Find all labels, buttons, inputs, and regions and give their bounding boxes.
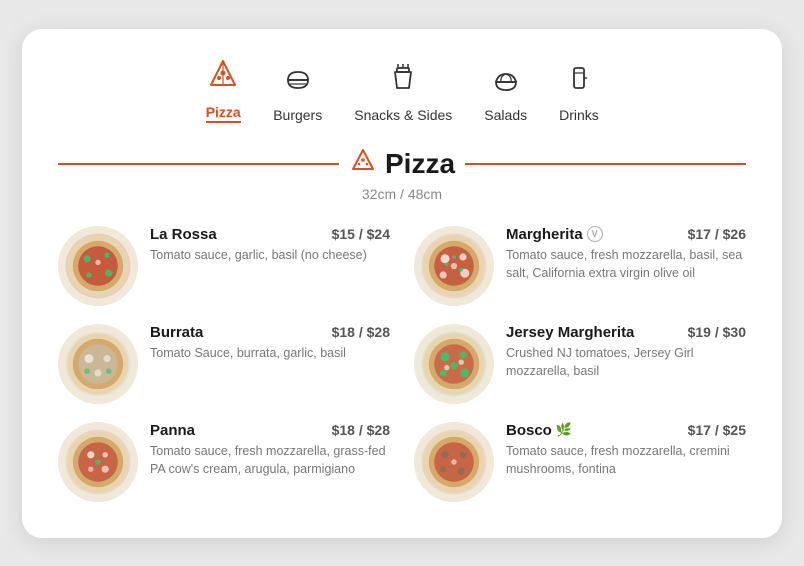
section-title: Pizza xyxy=(349,147,455,182)
la-rossa-name: La Rossa xyxy=(150,226,217,243)
la-rossa-image xyxy=(58,226,138,306)
bosco-desc: Tomato sauce, fresh mozzarella, cremini … xyxy=(506,442,746,478)
menu-item-jersey-margherita: Jersey Margherita $19 / $30 Crushed NJ t… xyxy=(414,324,746,404)
margherita-top: Margherita V $17 / $26 xyxy=(506,226,746,243)
nav-item-salads[interactable]: Salads xyxy=(484,60,527,123)
menu-col-right: Margherita V $17 / $26 Tomato sauce, fre… xyxy=(414,226,746,502)
jersey-margherita-name: Jersey Margherita xyxy=(506,324,634,341)
margherita-desc: Tomato sauce, fresh mozzarella, basil, s… xyxy=(506,246,746,282)
nav-item-drinks[interactable]: Drinks xyxy=(559,60,599,123)
la-rossa-info: La Rossa $15 / $24 Tomato sauce, garlic,… xyxy=(150,226,390,264)
nav-label-pizza: Pizza xyxy=(206,104,241,123)
menu-col-left: La Rossa $15 / $24 Tomato sauce, garlic,… xyxy=(58,226,390,502)
vegetarian-badge: V xyxy=(587,226,603,242)
nav-item-snacks[interactable]: Snacks & Sides xyxy=(354,60,452,123)
la-rossa-top: La Rossa $15 / $24 xyxy=(150,226,390,243)
drinks-icon xyxy=(561,60,597,101)
menu-item-la-rossa: La Rossa $15 / $24 Tomato sauce, garlic,… xyxy=(58,226,390,306)
burrata-info: Burrata $18 / $28 Tomato Sauce, burrata,… xyxy=(150,324,390,362)
jersey-margherita-info: Jersey Margherita $19 / $30 Crushed NJ t… xyxy=(506,324,746,380)
bosco-price: $17 / $25 xyxy=(688,422,746,438)
margherita-price: $17 / $26 xyxy=(688,226,746,242)
section-subtitle: 32cm / 48cm xyxy=(58,186,746,202)
pizza-icon xyxy=(205,57,241,98)
menu-item-margherita: Margherita V $17 / $26 Tomato sauce, fre… xyxy=(414,226,746,306)
burger-icon xyxy=(280,60,316,101)
menu-item-burrata: Burrata $18 / $28 Tomato Sauce, burrata,… xyxy=(58,324,390,404)
margherita-info: Margherita V $17 / $26 Tomato sauce, fre… xyxy=(506,226,746,282)
jersey-margherita-image xyxy=(414,324,494,404)
nav-label-salads: Salads xyxy=(484,107,527,123)
panna-price: $18 / $28 xyxy=(332,422,390,438)
bosco-info: Bosco 🌿 $17 / $25 Tomato sauce, fresh mo… xyxy=(506,422,746,478)
salads-icon xyxy=(488,60,524,101)
bosco-top: Bosco 🌿 $17 / $25 xyxy=(506,422,746,439)
menu-card: Pizza Burgers xyxy=(22,29,782,538)
category-nav: Pizza Burgers xyxy=(58,57,746,123)
panna-image xyxy=(58,422,138,502)
burrata-image xyxy=(58,324,138,404)
menu-item-bosco: Bosco 🌿 $17 / $25 Tomato sauce, fresh mo… xyxy=(414,422,746,502)
jersey-margherita-top: Jersey Margherita $19 / $30 xyxy=(506,324,746,341)
burrata-top: Burrata $18 / $28 xyxy=(150,324,390,341)
burrata-price: $18 / $28 xyxy=(332,324,390,340)
bosco-image xyxy=(414,422,494,502)
la-rossa-desc: Tomato sauce, garlic, basil (no cheese) xyxy=(150,246,390,264)
nav-item-burgers[interactable]: Burgers xyxy=(273,60,322,123)
nav-label-burgers: Burgers xyxy=(273,107,322,123)
leaf-icon: 🌿 xyxy=(556,422,572,438)
bosco-name: Bosco 🌿 xyxy=(506,422,572,439)
snacks-icon xyxy=(385,60,421,101)
panna-info: Panna $18 / $28 Tomato sauce, fresh mozz… xyxy=(150,422,390,478)
margherita-image xyxy=(414,226,494,306)
la-rossa-price: $15 / $24 xyxy=(332,226,390,242)
menu-grid: La Rossa $15 / $24 Tomato sauce, garlic,… xyxy=(58,226,746,502)
panna-desc: Tomato sauce, fresh mozzarella, grass-fe… xyxy=(150,442,390,478)
menu-item-panna: Panna $18 / $28 Tomato sauce, fresh mozz… xyxy=(58,422,390,502)
section-pizza-icon xyxy=(349,147,377,182)
nav-label-snacks: Snacks & Sides xyxy=(354,107,452,123)
burrata-name: Burrata xyxy=(150,324,203,341)
jersey-margherita-desc: Crushed NJ tomatoes, Jersey Girl mozzare… xyxy=(506,344,746,380)
nav-item-pizza[interactable]: Pizza xyxy=(205,57,241,123)
panna-name: Panna xyxy=(150,422,195,439)
jersey-margherita-price: $19 / $30 xyxy=(688,324,746,340)
burrata-desc: Tomato Sauce, burrata, garlic, basil xyxy=(150,344,390,362)
section-header: Pizza xyxy=(58,147,746,182)
margherita-name: Margherita V xyxy=(506,226,603,243)
nav-label-drinks: Drinks xyxy=(559,107,599,123)
panna-top: Panna $18 / $28 xyxy=(150,422,390,439)
